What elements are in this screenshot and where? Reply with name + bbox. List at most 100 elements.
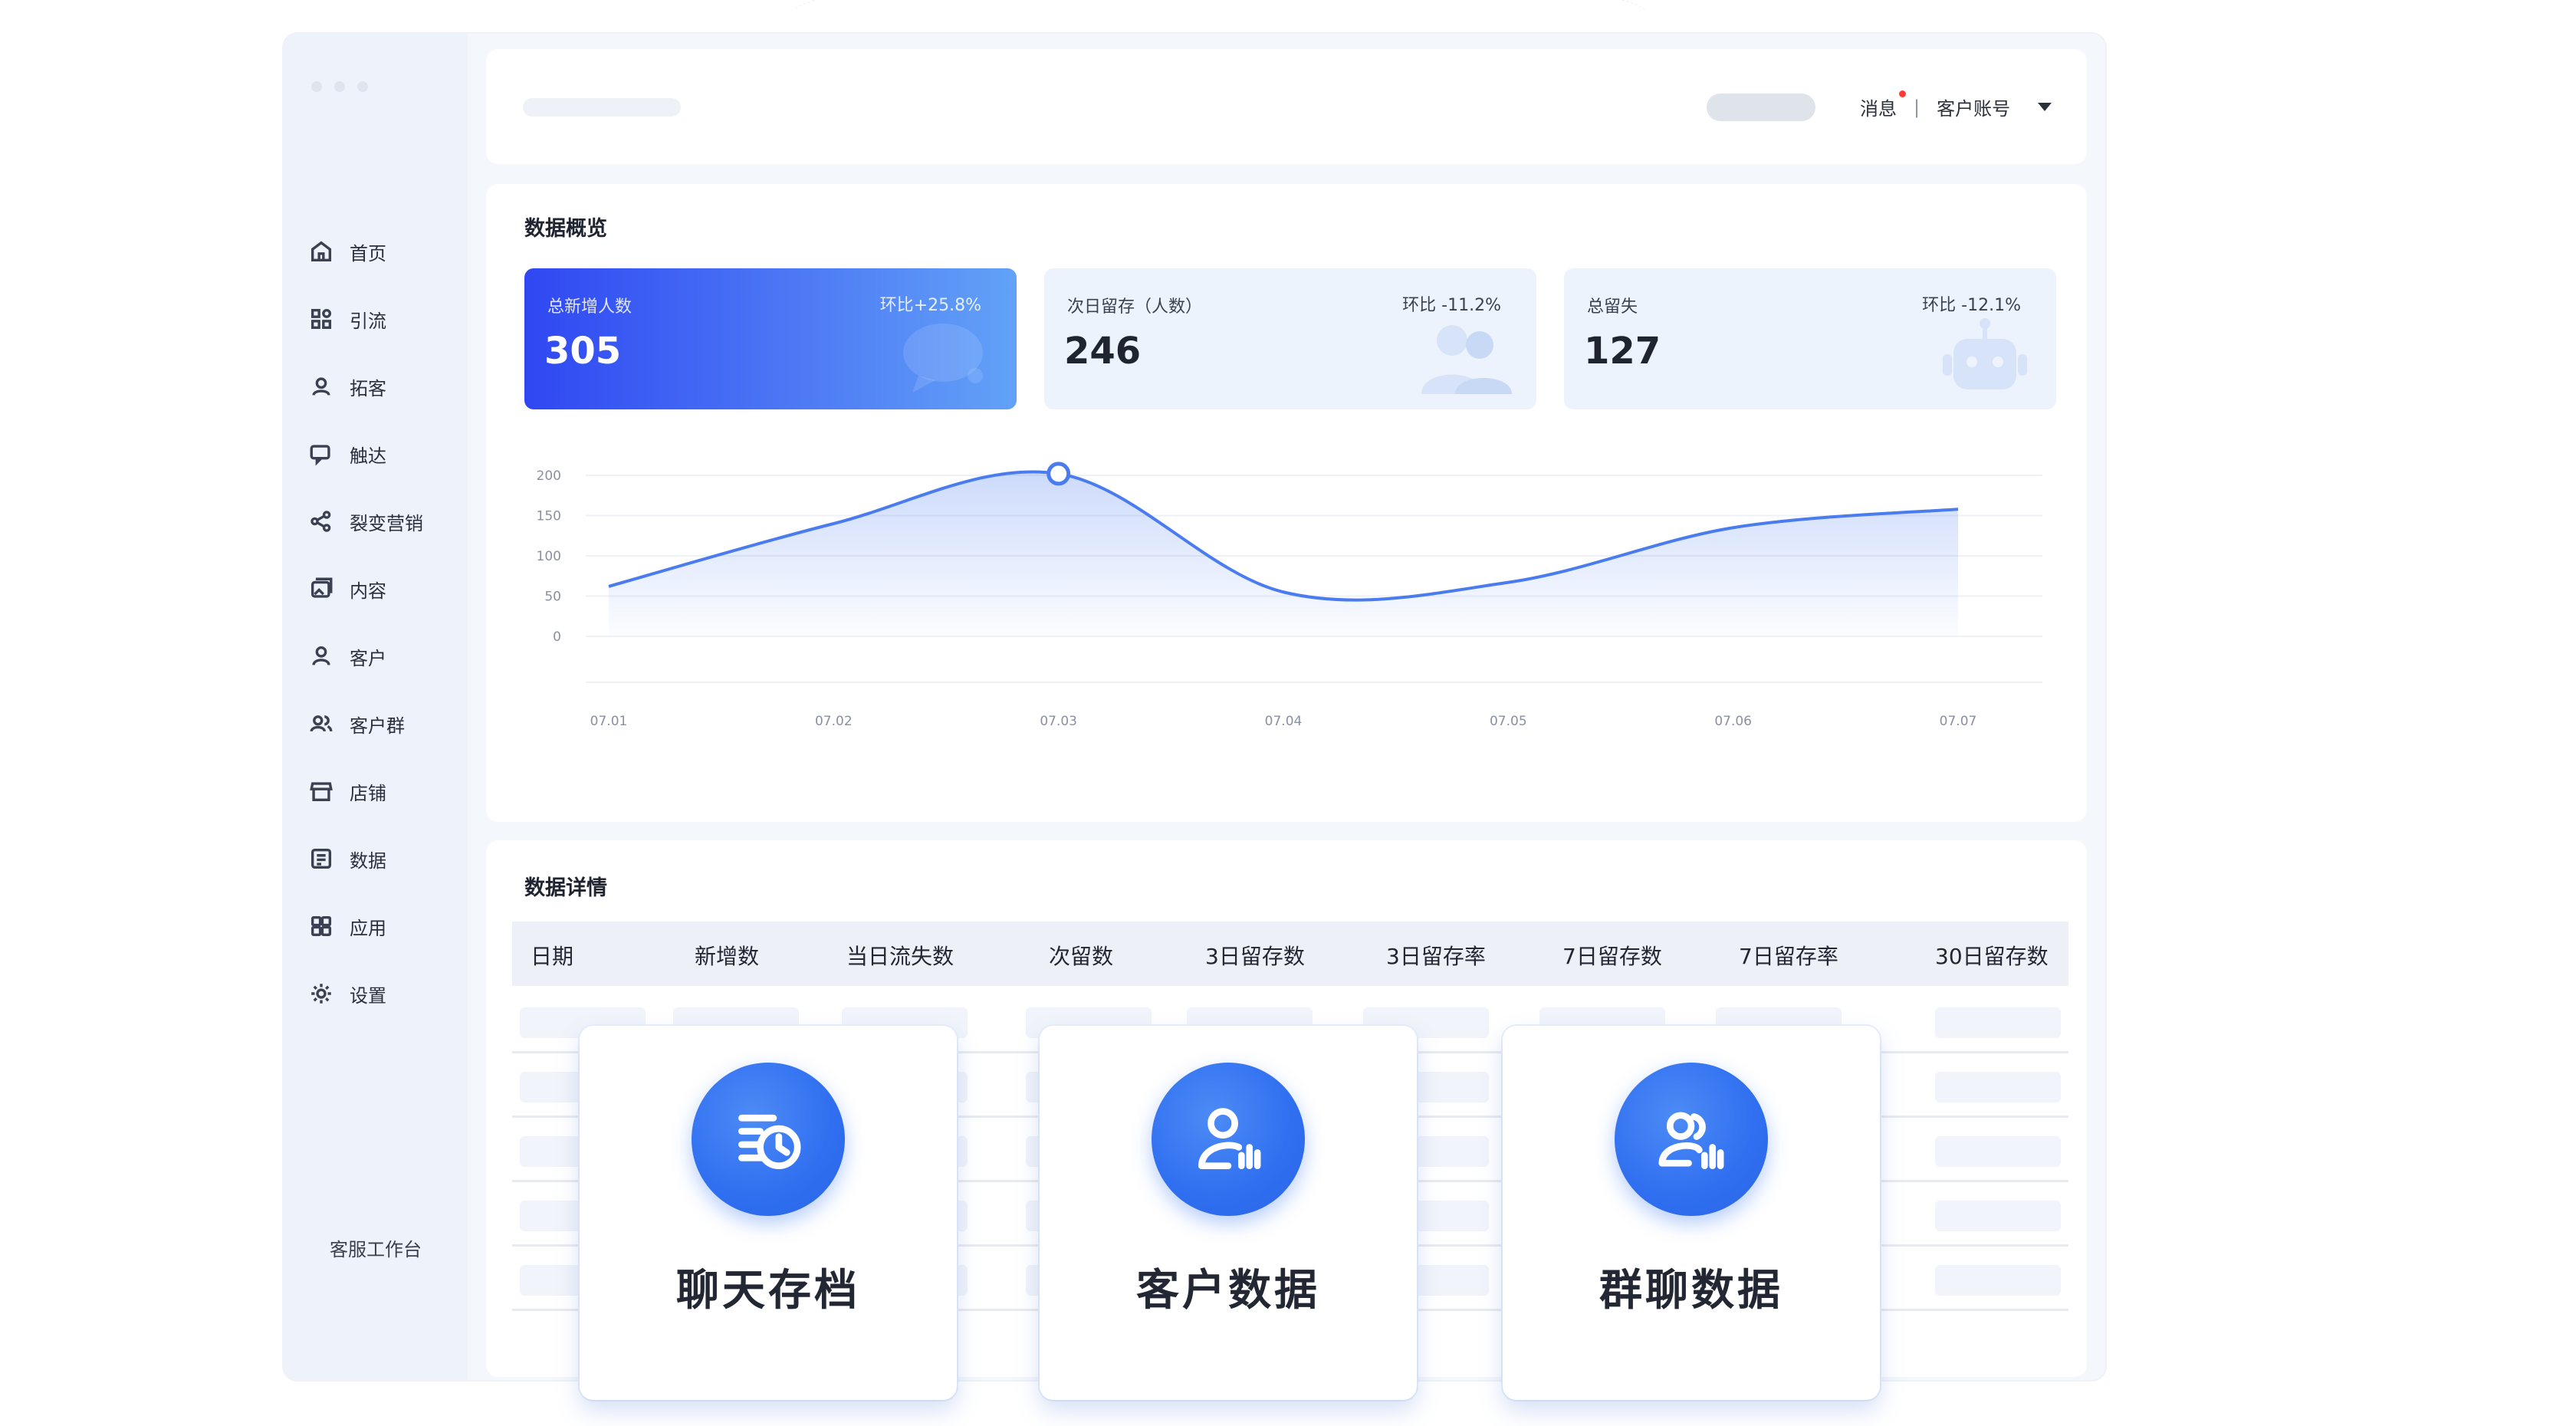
sidebar-item-label: 客户群 — [350, 715, 405, 737]
store-icon — [308, 778, 334, 804]
sidebar-item-acquire[interactable]: 拓客 — [308, 353, 423, 420]
data-overview-panel: 数据概览 总新增人数 环比+25.8% 305 次日留存（人数） 环比 -11.… — [486, 184, 2087, 822]
table-cell-placeholder — [1935, 1072, 2061, 1102]
y-tick-label: 100 — [537, 549, 561, 564]
header-user-area: 消息 | 客户账号 — [1860, 90, 2052, 120]
sidebar-item-reach[interactable]: 触达 — [308, 420, 423, 488]
sidebar-item-label: 触达 — [350, 445, 386, 467]
column-header-7day-count[interactable]: 7日留存数 — [1562, 940, 1662, 971]
sidebar-item-home[interactable]: 首页 — [308, 218, 423, 285]
overview-title: 数据概览 — [524, 217, 607, 241]
sidebar-item-fission[interactable]: 裂变营销 — [308, 488, 423, 555]
window-dot — [334, 81, 345, 92]
sidebar-item-label: 拓客 — [350, 377, 386, 399]
stat-label: 总留失 — [1587, 297, 1638, 317]
sidebar-item-content[interactable]: 内容 — [308, 555, 423, 623]
sidebar-item-traffic[interactable]: 引流 — [308, 285, 423, 353]
x-tick-label: 07.03 — [1040, 714, 1077, 729]
chart-area-fill — [609, 472, 1958, 636]
chart-highlight-point[interactable] — [1046, 462, 1071, 486]
stat-card-next-day-retention[interactable]: 次日留存（人数） 环比 -11.2% 246 — [1044, 268, 1536, 409]
y-tick-label: 0 — [553, 629, 561, 645]
column-header-next-day[interactable]: 次留数 — [1049, 940, 1113, 971]
stat-label: 次日留存（人数） — [1067, 297, 1203, 317]
x-tick-label: 07.01 — [590, 714, 628, 729]
table-cell-placeholder — [1935, 1265, 2061, 1296]
feature-label: 群聊数据 — [1599, 1266, 1783, 1316]
header-search-pill[interactable] — [1707, 94, 1815, 121]
stat-card-new-users[interactable]: 总新增人数 环比+25.8% 305 — [524, 268, 1017, 409]
sidebar-item-settings[interactable]: 设置 — [308, 960, 423, 1027]
gear-icon — [308, 981, 334, 1007]
messages-link[interactable]: 消息 — [1860, 90, 1906, 120]
stat-value: 246 — [1064, 330, 1142, 373]
sidebar-item-label: 设置 — [350, 984, 386, 1007]
column-header-daily-loss[interactable]: 当日流失数 — [846, 940, 954, 971]
data-icon — [308, 846, 334, 872]
sidebar-item-label: 裂变营销 — [350, 512, 423, 534]
feature-card-chat-archive[interactable]: 聊天存档 — [580, 1026, 957, 1411]
sidebar-nav: 首页 引流 拓客 触达 裂变营销 内容 客户 客户群 店铺 数据 应用 设置 — [308, 218, 423, 1027]
column-header-3day-count[interactable]: 3日留存数 — [1205, 940, 1305, 971]
stat-card-total-loss[interactable]: 总留失 环比 -12.1% 127 — [1564, 268, 2056, 409]
sidebar-item-store[interactable]: 店铺 — [308, 757, 423, 825]
sidebar-item-label: 数据 — [350, 849, 386, 872]
window-dot — [357, 81, 368, 92]
customer-data-icon — [1152, 1063, 1305, 1216]
chat-icon — [308, 441, 334, 467]
sidebar: 首页 引流 拓客 触达 裂变营销 内容 客户 客户群 店铺 数据 应用 设置 客… — [284, 34, 468, 1380]
y-tick-label: 200 — [537, 468, 561, 484]
y-tick-label: 150 — [537, 509, 561, 524]
stat-label: 总新增人数 — [547, 297, 632, 317]
chevron-down-icon[interactable] — [2038, 103, 2052, 111]
sidebar-item-label: 内容 — [350, 580, 386, 602]
table-cell-placeholder — [1935, 1136, 2061, 1167]
service-workbench-link[interactable]: 客服工作台 — [330, 1234, 422, 1261]
column-header-30day-count[interactable]: 30日留存数 — [1935, 940, 2049, 971]
chat-bubble-icon — [903, 324, 983, 393]
feature-label: 客户数据 — [1136, 1266, 1320, 1316]
y-tick-label: 50 — [544, 590, 561, 605]
stat-value: 127 — [1584, 330, 1661, 373]
stat-change: 环比 -12.1% — [1922, 296, 2021, 315]
details-table-header: 日期 新增数 当日流失数 次留数 3日留存数 3日留存率 7日留存数 7日留存率… — [512, 922, 2068, 986]
grid-icon — [308, 306, 334, 332]
messages-label: 消息 — [1860, 98, 1897, 120]
overview-line-chart: 0 50 100 150 200 07.01 07.02 07.03 07.04 07.05 07… — [537, 462, 2042, 729]
sidebar-item-apps[interactable]: 应用 — [308, 892, 423, 960]
sidebar-item-customer[interactable]: 客户 — [308, 623, 423, 690]
header-separator: | — [1914, 96, 1921, 118]
feature-card-customer-data[interactable]: 客户数据 — [1040, 1026, 1417, 1411]
group-icon — [308, 711, 334, 737]
group-data-icon — [1615, 1063, 1768, 1216]
chat-archive-icon — [692, 1063, 845, 1216]
stat-change: 环比+25.8% — [879, 296, 981, 315]
header-placeholder — [523, 98, 681, 117]
sidebar-item-label: 应用 — [350, 917, 386, 939]
users-icon — [1421, 325, 1512, 394]
top-header: 消息 | 客户账号 — [486, 49, 2087, 164]
sidebar-item-label: 引流 — [350, 310, 386, 332]
x-tick-label: 07.04 — [1265, 714, 1303, 729]
account-label[interactable]: 客户账号 — [1937, 94, 2010, 120]
column-header-date[interactable]: 日期 — [531, 940, 573, 971]
column-header-7day-rate[interactable]: 7日留存率 — [1739, 940, 1838, 971]
window-dot — [311, 81, 322, 92]
column-header-3day-rate[interactable]: 3日留存率 — [1386, 940, 1486, 971]
x-tick-label: 07.02 — [815, 714, 853, 729]
x-tick-label: 07.07 — [1940, 714, 1977, 729]
gallery-icon — [308, 576, 334, 602]
person-icon — [308, 643, 334, 669]
sidebar-item-label: 店铺 — [350, 782, 386, 804]
robot-icon — [1943, 318, 2027, 389]
sidebar-item-customer-group[interactable]: 客户群 — [308, 690, 423, 757]
column-header-new[interactable]: 新增数 — [695, 940, 759, 971]
x-tick-label: 07.05 — [1490, 714, 1527, 729]
sidebar-item-label: 首页 — [350, 242, 386, 264]
share-icon — [308, 508, 334, 534]
stat-change: 环比 -11.2% — [1402, 296, 1501, 315]
sidebar-item-data[interactable]: 数据 — [308, 825, 423, 892]
apps-icon — [308, 913, 334, 939]
table-cell-placeholder — [1935, 1201, 2061, 1231]
feature-card-group-data[interactable]: 群聊数据 — [1503, 1026, 1880, 1411]
